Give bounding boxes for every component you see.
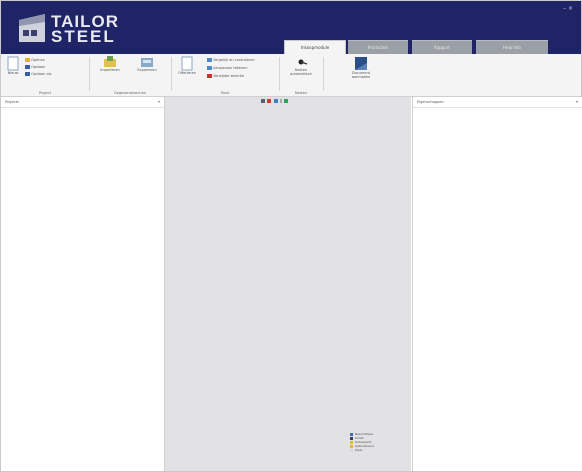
compare-menu-item[interactable]: Vergelijk en controleren [207, 58, 255, 62]
status-legend: Beschikbaar Actief Onbewerkt Geblokkeerd… [350, 432, 374, 452]
group-label-nest: Nesten [294, 91, 308, 95]
ribbon-separator [279, 57, 280, 91]
group-tools: Offerteren Vergelijk en controleren Aanp… [173, 54, 277, 96]
nest-button[interactable]: Nesten automatisch [285, 56, 317, 76]
delete-selection-menu-item[interactable]: Verwijder selectie [207, 74, 244, 78]
toolbar-divider [279, 99, 282, 103]
open-button[interactable]: Openen [25, 58, 45, 62]
offer-button[interactable]: Offerteren [175, 56, 199, 75]
legend-item: Klaar [350, 448, 374, 452]
viewer-canvas[interactable]: Beschikbaar Actief Onbewerkt Geblokkeerd… [165, 97, 411, 471]
save-button[interactable]: Opslaan [25, 65, 45, 69]
edit-icon [207, 66, 212, 70]
fit-icon[interactable] [284, 99, 289, 103]
ribbon-separator [171, 57, 172, 91]
company-logo: TAILOR STEEL [17, 10, 157, 46]
chevron-down-icon[interactable]: ▾ [158, 97, 160, 107]
window-controls[interactable]: – × [563, 5, 573, 12]
tab-help[interactable]: Help Info [476, 40, 548, 55]
group-label-project: Project [39, 91, 51, 95]
group-nest: Nesten automatisch Nesten [281, 54, 321, 96]
nest-icon [298, 59, 307, 65]
import-icon [104, 56, 116, 67]
zoom-icon[interactable] [267, 99, 272, 103]
import-button[interactable]: Importeren [95, 56, 125, 72]
ribbon-separator [89, 57, 90, 91]
view-toolbar [261, 99, 289, 104]
document-create-icon [355, 57, 367, 70]
export-icon [141, 58, 153, 67]
document-icon [181, 56, 193, 71]
group-document: Document aanmaken [341, 54, 381, 96]
tab-producten[interactable]: Producten [348, 40, 408, 55]
rotate-icon[interactable] [273, 99, 278, 103]
tab-rapport[interactable]: Rapport [412, 40, 472, 55]
group-label-data: Gegevensbronnen [113, 91, 147, 95]
grid-icon[interactable] [261, 99, 265, 103]
group-label-tools: Tools [220, 91, 230, 95]
properties-panel-title: Eigenschappen [417, 100, 444, 104]
panel-header: Projects ▾ [1, 97, 164, 108]
ribbon-tabs: Inkoopmodule Producten Rapport Help Info [284, 40, 581, 55]
projects-panel[interactable]: Projects ▾ [1, 97, 165, 471]
ribbon-toolbar: Nieuw Openen Opslaan Opslaan als Project… [1, 54, 581, 97]
app-window: TAILOR STEEL – × Inkoopmodule Producten … [0, 0, 582, 472]
document-icon [7, 56, 19, 71]
ribbon-separator [323, 57, 324, 91]
check-icon [207, 58, 212, 62]
group-data: Importeren Exporteren Gegevensbronnen [91, 54, 169, 96]
logo-mark-icon [19, 14, 45, 42]
save-icon [25, 65, 30, 69]
delete-icon [207, 74, 212, 78]
folder-icon [25, 58, 30, 62]
properties-panel[interactable]: Eigenschappen ▾ [412, 97, 582, 471]
new-button[interactable]: Nieuw [5, 56, 21, 75]
document-button[interactable]: Document aanmaken [345, 56, 377, 79]
chevron-down-icon[interactable]: ▾ [576, 97, 578, 107]
panel-header: Eigenschappen ▾ [413, 97, 582, 108]
legend-swatch [350, 448, 353, 452]
projects-panel-title: Projects [5, 100, 19, 104]
export-button[interactable]: Exporteren [131, 56, 163, 72]
adjust-menu-item[interactable]: Aanpassen tekenen [207, 66, 248, 70]
group-project: Nieuw Openen Opslaan Opslaan als Project [1, 54, 89, 96]
logo-text-line2: STEEL [51, 27, 116, 46]
app-header: TAILOR STEEL – × Inkoopmodule Producten … [1, 1, 581, 55]
tab-inkoopmodule[interactable]: Inkoopmodule [284, 40, 346, 55]
save-as-button[interactable]: Opslaan als [25, 72, 51, 76]
save-as-icon [25, 72, 30, 76]
